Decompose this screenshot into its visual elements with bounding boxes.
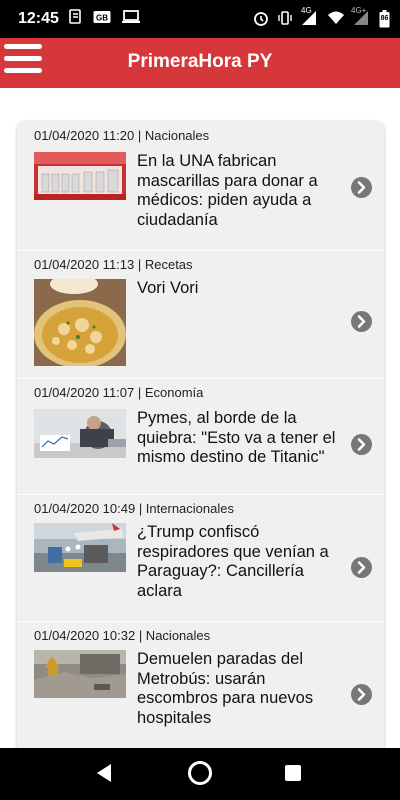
battery-icon: 86 <box>379 10 390 28</box>
gb-sim-icon: GB <box>93 10 111 29</box>
chevron-right-icon[interactable] <box>351 557 372 578</box>
news-meta: 01/04/2020 11:20 | Nacionales <box>34 128 210 143</box>
chevron-right-icon[interactable] <box>351 177 372 198</box>
alarm-icon <box>253 10 269 29</box>
signal-4g-icon: 4G <box>301 6 319 29</box>
svg-text:GB: GB <box>96 13 108 22</box>
news-meta: 01/04/2020 11:13 | Recetas <box>34 257 193 272</box>
label-4g: 4G <box>301 5 312 15</box>
chevron-right-icon[interactable] <box>351 434 372 455</box>
news-card: 01/04/2020 11:20 | Nacionales En la UNA … <box>17 121 384 748</box>
status-right: 4G 4G+ 86 <box>253 0 390 38</box>
news-item[interactable]: 01/04/2020 11:20 | Nacionales En la UNA … <box>17 121 384 251</box>
news-item[interactable]: 01/04/2020 11:13 | Recetas Vori Vori <box>17 250 384 379</box>
system-nav-bar <box>0 748 400 800</box>
news-headline[interactable]: ¿Trump confiscó respiradores que venían … <box>137 523 347 601</box>
app-bar: PrimeraHora PY <box>0 38 400 88</box>
news-meta: 01/04/2020 10:49 | Internacionales <box>34 501 234 516</box>
news-thumbnail[interactable] <box>34 279 126 366</box>
news-thumbnail[interactable] <box>34 650 126 698</box>
news-item[interactable]: 01/04/2020 11:07 | Economía Pymes, al bo… <box>17 378 384 495</box>
news-headline[interactable]: Demuelen paradas del Metrobús: usarán es… <box>137 650 347 728</box>
news-meta: 01/04/2020 11:07 | Economía <box>34 385 204 400</box>
news-thumbnail[interactable] <box>34 409 126 458</box>
recents-square-icon[interactable] <box>284 764 302 787</box>
vibrate-icon <box>277 10 293 29</box>
news-headline[interactable]: Pymes, al borde de la quiebra: "Esto va … <box>137 409 347 468</box>
news-item[interactable]: 01/04/2020 10:49 | Internacionales ¿Trum… <box>17 494 384 622</box>
signal-4g-plus-icon: 4G+ <box>351 6 371 29</box>
wifi-icon <box>327 11 345 28</box>
news-item[interactable]: 01/04/2020 10:32 | Nacionales Demuelen p… <box>17 621 384 748</box>
news-thumbnail[interactable] <box>34 523 126 572</box>
news-headline[interactable]: En la UNA fabrican mascarillas para dona… <box>137 152 347 230</box>
label-4g-plus: 4G+ <box>351 5 367 15</box>
status-time: 12:45 <box>18 10 59 27</box>
news-thumbnail[interactable] <box>34 152 126 200</box>
news-headline[interactable]: Vori Vori <box>137 279 347 299</box>
back-triangle-icon[interactable] <box>94 762 114 789</box>
cast-laptop-icon <box>121 9 141 29</box>
battery-level: 86 <box>380 15 389 22</box>
home-circle-icon[interactable] <box>187 760 213 791</box>
app-title: PrimeraHora PY <box>127 51 273 72</box>
messages-icon <box>69 8 83 30</box>
chevron-right-icon[interactable] <box>351 311 372 332</box>
news-meta: 01/04/2020 10:32 | Nacionales <box>34 628 211 643</box>
chevron-right-icon[interactable] <box>351 684 372 705</box>
status-bar: 12:45 GB 4G 4G+ 86 <box>0 0 400 38</box>
news-feed[interactable]: 01/04/2020 11:20 | Nacionales En la UNA … <box>0 88 400 748</box>
